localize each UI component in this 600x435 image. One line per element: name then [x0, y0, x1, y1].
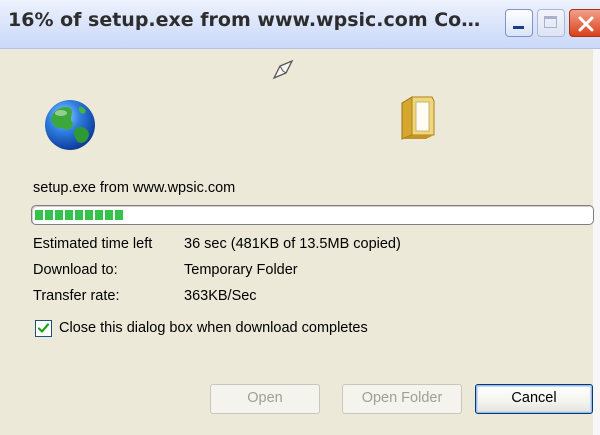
window-title: 16% of setup.exe from www.wpsic.com Com…	[8, 9, 493, 31]
title-bar[interactable]: 16% of setup.exe from www.wpsic.com Com…	[0, 0, 600, 49]
globe-icon	[45, 100, 95, 150]
cancel-button[interactable]: Cancel	[475, 384, 593, 414]
download-source: setup.exe from www.wpsic.com	[33, 180, 236, 196]
download-progress-fill	[35, 210, 123, 220]
open-folder-button[interactable]: Open Folder	[342, 384, 462, 414]
close-on-complete-label[interactable]: Close this dialog box when download comp…	[59, 320, 368, 336]
folder-icon	[401, 96, 435, 140]
window-frame-edge	[593, 49, 600, 435]
download-dialog: 16% of setup.exe from www.wpsic.com Com…	[0, 0, 600, 435]
open-button[interactable]: Open	[210, 384, 320, 414]
maximize-icon	[544, 16, 557, 28]
close-icon	[578, 16, 594, 32]
time-left-label: Estimated time left	[33, 236, 153, 252]
close-button[interactable]	[569, 9, 600, 37]
transfer-rate-label: Transfer rate:	[33, 288, 120, 304]
check-icon	[37, 323, 50, 333]
download-to-label: Download to:	[33, 262, 118, 278]
time-left-value: 36 sec (481KB of 13.5MB copied)	[184, 236, 401, 252]
download-to-value: Temporary Folder	[184, 262, 298, 278]
transfer-rate-value: 363KB/Sec	[184, 288, 257, 304]
minimize-icon	[513, 26, 524, 29]
minimize-button[interactable]	[505, 9, 533, 37]
close-on-complete-checkbox[interactable]	[35, 320, 52, 337]
paper-icon	[272, 59, 294, 80]
maximize-button	[537, 9, 565, 37]
download-progress-bar	[31, 205, 594, 225]
